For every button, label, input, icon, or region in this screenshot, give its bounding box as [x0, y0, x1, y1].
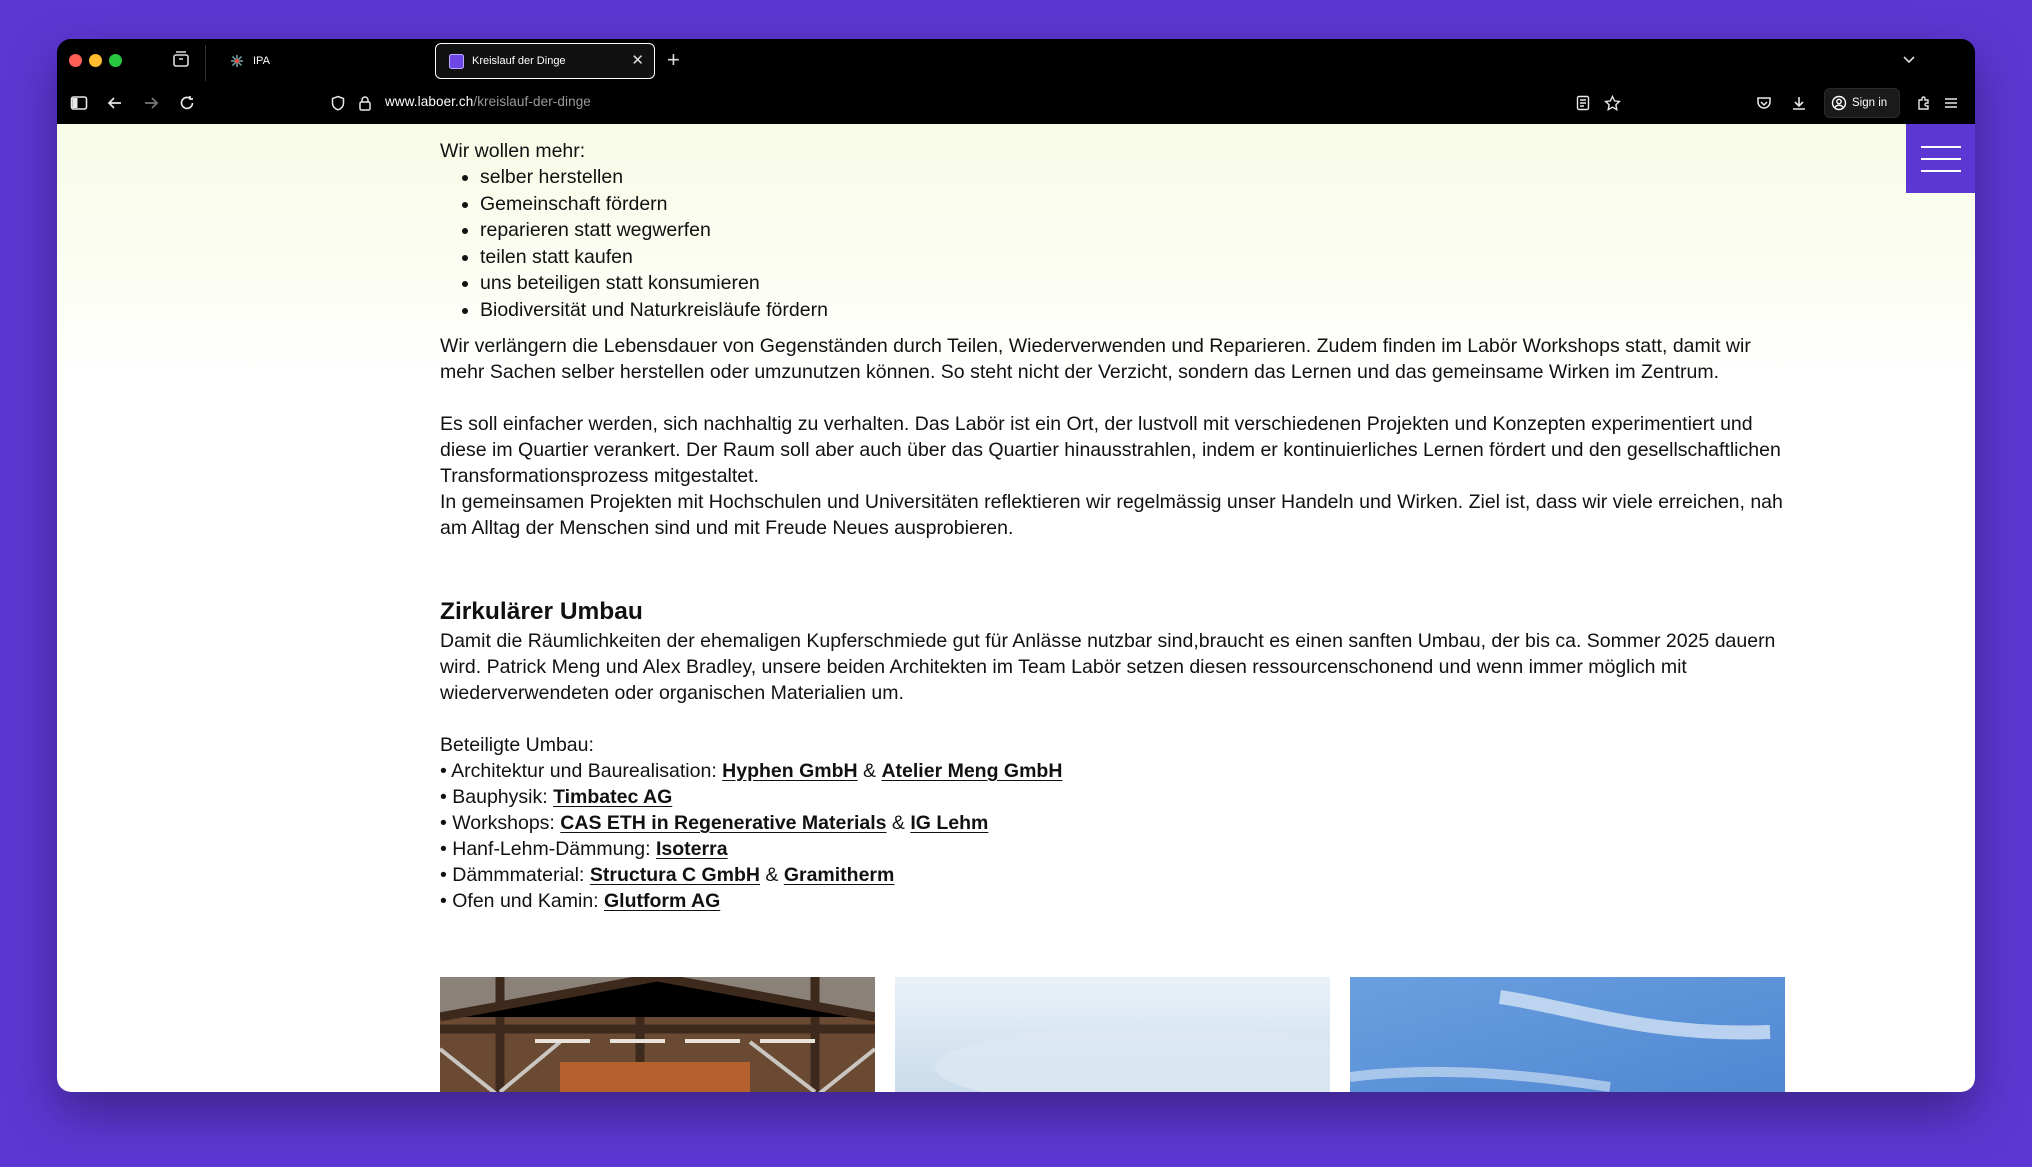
participant-link[interactable]: CAS ETH in Regenerative Materials: [560, 812, 886, 834]
sidebar-icon[interactable]: [69, 93, 89, 113]
list-item: uns beteiligen statt konsumieren: [480, 270, 1790, 297]
maximize-window-button[interactable]: [109, 54, 122, 67]
roof-interior-photo[interactable]: [440, 977, 875, 1092]
minimize-window-button[interactable]: [89, 54, 102, 67]
participants-label: Beteiligte Umbau:: [440, 734, 594, 756]
participant-row: • Dämmmaterial: Structura C GmbH & Grami…: [440, 864, 895, 886]
participant-role: Architektur und Baurealisation:: [451, 760, 717, 782]
chevron-down-icon[interactable]: [1901, 51, 1917, 72]
sign-in-label: Sign in: [1852, 97, 1888, 109]
paragraph: Wir verlängern die Lebensdauer von Gegen…: [440, 335, 1751, 383]
lock-icon[interactable]: [355, 93, 375, 113]
participant-row: • Workshops: CAS ETH in Regenerative Mat…: [440, 812, 989, 834]
menu-line: [1921, 158, 1961, 160]
url-field[interactable]: www.laboer.ch/kreislauf-der-dinge: [385, 94, 591, 109]
participant-link[interactable]: Gramitherm: [784, 864, 895, 886]
participant-link[interactable]: Hyphen GmbH: [722, 760, 857, 782]
participant-link[interactable]: Atelier Meng GmbH: [881, 760, 1062, 782]
purple-square-icon: [448, 53, 464, 69]
participant-link[interactable]: Structura C GmbH: [590, 864, 760, 886]
tab-separator: [205, 45, 206, 81]
shield-icon[interactable]: [328, 93, 348, 113]
paragraph: Es soll einfacher werden, sich nachhalti…: [440, 413, 1781, 487]
browser-window: IPA ✕ Kreislauf der Dinge ✕ +: [57, 39, 1975, 1092]
tab-kreislauf[interactable]: Kreislauf der Dinge ✕: [435, 43, 655, 79]
tab-bar: IPA ✕ Kreislauf der Dinge ✕ +: [57, 39, 1975, 82]
list-item: selber herstellen: [480, 164, 1790, 191]
new-tab-button[interactable]: +: [667, 47, 680, 73]
hamburger-menu-button[interactable]: [1906, 124, 1975, 193]
participant-link[interactable]: IG Lehm: [910, 812, 988, 834]
tab-label: IPA: [253, 55, 270, 67]
participant-row: • Ofen und Kamin: Glutform AG: [440, 890, 721, 912]
menu-line: [1921, 146, 1961, 148]
sky-photo[interactable]: [895, 977, 1330, 1092]
goals-list: selber herstellen Gemeinschaft fördern r…: [440, 164, 1790, 323]
web-page: Wir wollen mehr: selber herstellen Gemei…: [57, 124, 1975, 1092]
reload-icon[interactable]: [177, 93, 197, 113]
tab-overview-icon[interactable]: [171, 49, 195, 73]
participant-role: Hanf-Lehm-Dämmung:: [452, 838, 651, 860]
app-menu-icon[interactable]: [1941, 93, 1961, 113]
menu-line: [1921, 170, 1961, 172]
url-path: /kreislauf-der-dinge: [473, 94, 591, 109]
intro-label: Wir wollen mehr:: [440, 140, 586, 162]
tab-label: Kreislauf der Dinge: [472, 55, 566, 67]
participant-row: • Hanf-Lehm-Dämmung: Isoterra: [440, 838, 728, 860]
close-icon[interactable]: ✕: [631, 53, 644, 69]
bookmark-star-icon[interactable]: [1602, 93, 1622, 113]
download-icon[interactable]: [1789, 93, 1809, 113]
list-item: reparieren statt wegwerfen: [480, 217, 1790, 244]
url-domain: www.laboer.ch: [385, 94, 474, 109]
participant-role: Workshops:: [452, 812, 555, 834]
forward-icon[interactable]: [141, 93, 161, 113]
nav-toolbar: www.laboer.ch/kreislauf-der-dinge Sign i…: [57, 82, 1975, 124]
close-window-button[interactable]: [69, 54, 82, 67]
participant-role: Ofen und Kamin:: [452, 890, 599, 912]
participant-role: Bauphysik:: [452, 786, 548, 808]
account-icon: [1831, 95, 1847, 111]
reader-view-icon[interactable]: [1573, 93, 1593, 113]
sparkle-icon: [229, 53, 245, 69]
sign-in-button[interactable]: Sign in: [1824, 88, 1900, 118]
paragraph: In gemeinsamen Projekten mit Hochschulen…: [440, 491, 1783, 539]
section-heading: Zirkulärer Umbau: [440, 598, 643, 625]
back-icon[interactable]: [105, 93, 125, 113]
participant-link[interactable]: Isoterra: [656, 838, 728, 860]
participant-link[interactable]: Timbatec AG: [553, 786, 672, 808]
list-item: teilen statt kaufen: [480, 244, 1790, 271]
list-item: Biodiversität und Naturkreisläufe förder…: [480, 297, 1790, 324]
participant-role: Dämmmaterial:: [452, 864, 585, 886]
participant-row: • Architektur und Baurealisation: Hyphen…: [440, 760, 1063, 782]
participant-row: • Bauphysik: Timbatec AG: [440, 786, 673, 808]
participant-link[interactable]: Glutform AG: [604, 890, 720, 912]
list-item: Gemeinschaft fördern: [480, 191, 1790, 218]
extensions-icon[interactable]: [1914, 93, 1934, 113]
blue-sky-photo[interactable]: [1350, 977, 1785, 1092]
article-content: Wir wollen mehr: selber herstellen Gemei…: [440, 138, 1790, 914]
pocket-icon[interactable]: [1754, 93, 1774, 113]
paragraph: Damit die Räumlichkeiten der ehemaligen …: [440, 630, 1776, 704]
